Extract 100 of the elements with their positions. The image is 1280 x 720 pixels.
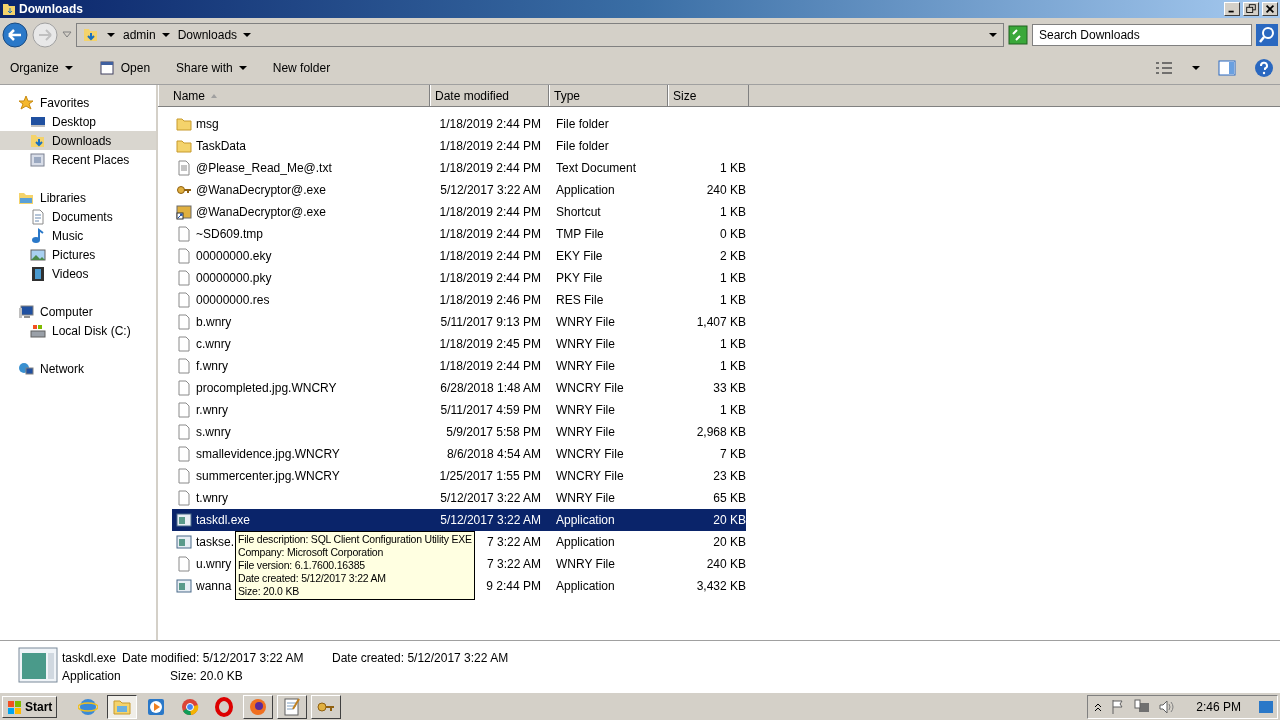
type-cell-text: Application bbox=[555, 513, 616, 527]
file-type: Application bbox=[62, 668, 122, 683]
size-cell-text: 7 KB bbox=[719, 447, 746, 461]
restore-button[interactable] bbox=[1243, 2, 1259, 16]
file-name: ~SD609.tmp bbox=[196, 227, 264, 241]
date-cell: 1/18/2019 2:44 PM bbox=[439, 359, 541, 373]
toolbar-button[interactable]: Share with bbox=[172, 59, 251, 77]
size-cell-text: 240 KB bbox=[705, 183, 746, 197]
caret-icon bbox=[238, 65, 247, 71]
caret-icon bbox=[161, 32, 170, 38]
pictures-icon bbox=[30, 246, 46, 263]
size-cell-text: 2,968 KB bbox=[695, 425, 746, 439]
date-cell: 1/18/2019 2:44 PM bbox=[439, 139, 541, 153]
sidebar-item[interactable]: Favorites bbox=[0, 93, 156, 112]
type-cell-text: EKY File bbox=[555, 249, 604, 263]
sidebar-item[interactable]: Recent Places bbox=[0, 150, 156, 169]
caret-icon bbox=[243, 32, 252, 38]
date-cell: 5/12/2017 3:22 AM bbox=[440, 513, 541, 527]
search-icon[interactable] bbox=[1256, 24, 1278, 46]
back-button[interactable] bbox=[2, 22, 28, 48]
sidebar-item[interactable]: Libraries bbox=[0, 188, 156, 207]
file-icon bbox=[176, 424, 192, 440]
date-cell: 1/18/2019 2:44 PM bbox=[439, 227, 541, 241]
file-name: taskdl.exe bbox=[196, 513, 251, 527]
selected-row[interactable]: taskdl.exe 5/12/2017 3:22 AM Application 20 KB bbox=[172, 509, 746, 531]
documents-icon bbox=[30, 208, 46, 225]
toolbar-button[interactable]: Organize bbox=[6, 59, 77, 77]
sidebar-item[interactable]: Pictures bbox=[0, 245, 156, 264]
sidebar-item[interactable]: Downloads bbox=[0, 131, 156, 150]
column-header[interactable]: Type bbox=[549, 85, 668, 106]
toolbar-button[interactable]: Open bbox=[94, 58, 155, 78]
file-name: @WanaDecryptor@.exe bbox=[196, 205, 326, 219]
date-cell: 1/18/2019 2:44 PM bbox=[439, 205, 541, 219]
caret-icon bbox=[1192, 65, 1200, 71]
address-bar[interactable]: admin Downloads bbox=[76, 23, 1004, 47]
column-header[interactable]: Size bbox=[668, 85, 749, 106]
preview-pane-icon[interactable] bbox=[1218, 60, 1236, 76]
browser-circle-icon bbox=[180, 696, 201, 717]
sidebar-item[interactable]: Computer bbox=[0, 302, 156, 321]
type-cell-text: WNRY File bbox=[555, 491, 616, 505]
date-cell: 5/12/2017 3:22 AM bbox=[440, 183, 541, 197]
tooltip-line: Date created: 5/12/2017 3:22 AM bbox=[238, 572, 387, 585]
sidebar-item[interactable]: Videos bbox=[0, 264, 156, 283]
folder-icon bbox=[83, 27, 99, 43]
type-cell-text: Shortcut bbox=[555, 205, 602, 219]
sidebar-item[interactable]: Network bbox=[0, 359, 156, 378]
size-cell-text: 33 KB bbox=[712, 381, 746, 395]
tooltip-line: Size: 20.0 KB bbox=[238, 585, 301, 598]
minimize-button[interactable] bbox=[1224, 2, 1240, 16]
breadcrumb[interactable]: admin bbox=[123, 28, 156, 42]
size-cell-text: 1 KB bbox=[719, 205, 746, 219]
type-cell-text: WNCRY File bbox=[555, 447, 625, 461]
toolbar-button[interactable]: New folder bbox=[268, 59, 335, 77]
size-cell-text: 1 KB bbox=[719, 271, 746, 285]
column-header[interactable]: Date modified bbox=[430, 85, 549, 106]
taskbar-button[interactable] bbox=[107, 694, 138, 719]
window-icon bbox=[176, 578, 192, 594]
start-button[interactable]: Start bbox=[2, 695, 58, 718]
size-cell-text: 1 KB bbox=[719, 337, 746, 351]
fox-globe-icon bbox=[248, 696, 269, 717]
chevron-up-icon[interactable] bbox=[1094, 701, 1103, 712]
file-name: @WanaDecryptor@.exe bbox=[196, 183, 326, 197]
refresh-button[interactable] bbox=[1008, 25, 1028, 45]
notepad-icon bbox=[282, 696, 303, 717]
network-icon[interactable] bbox=[1134, 698, 1151, 715]
size-cell-text: 1 KB bbox=[719, 293, 746, 307]
window-icon bbox=[176, 512, 192, 528]
type-cell-text: WNCRY File bbox=[555, 381, 625, 395]
tooltip-line: File version: 6.1.7600.16385 bbox=[238, 559, 366, 572]
type-cell-text: WNRY File bbox=[555, 337, 616, 351]
sidebar-item[interactable]: Documents bbox=[0, 207, 156, 226]
file-icon bbox=[176, 358, 192, 374]
speaker-icon[interactable] bbox=[1158, 698, 1175, 715]
disk-drive-icon bbox=[30, 322, 46, 339]
sidebar-item[interactable]: Music bbox=[0, 226, 156, 245]
sidebar-item[interactable]: Desktop bbox=[0, 112, 156, 131]
film-icon bbox=[30, 265, 46, 282]
column-header[interactable]: Name bbox=[158, 85, 430, 106]
type-cell-text: Application bbox=[555, 535, 616, 549]
file-name: procompleted.jpg.WNCRY bbox=[196, 381, 337, 395]
globe-e-icon bbox=[78, 696, 99, 717]
file-name: summercenter.jpg.WNCRY bbox=[196, 469, 340, 483]
sidebar-item[interactable]: Local Disk (C:) bbox=[0, 321, 156, 340]
search-field[interactable]: Search Downloads bbox=[1032, 24, 1252, 46]
show-desktop-icon[interactable] bbox=[1259, 699, 1273, 714]
sort-arrow-icon bbox=[211, 93, 217, 98]
date-cell: 9 2:44 PM bbox=[486, 579, 541, 593]
size-cell-text: 20 KB bbox=[712, 513, 746, 527]
recent-places-icon bbox=[30, 151, 46, 168]
date-cell: 7 3:22 AM bbox=[486, 557, 541, 571]
view-list-icon[interactable] bbox=[1154, 60, 1174, 76]
date-cell: 1/18/2019 2:44 PM bbox=[439, 161, 541, 175]
date-cell: 5/12/2017 3:22 AM bbox=[440, 491, 541, 505]
help-icon[interactable] bbox=[1254, 58, 1274, 78]
file-name: 00000000.eky bbox=[196, 249, 272, 263]
breadcrumb[interactable]: Downloads bbox=[177, 28, 238, 42]
size-cell-text: 65 KB bbox=[712, 491, 746, 505]
close-button[interactable] bbox=[1262, 2, 1278, 16]
file-icon bbox=[176, 270, 192, 286]
type-cell-text: Application bbox=[555, 579, 616, 593]
